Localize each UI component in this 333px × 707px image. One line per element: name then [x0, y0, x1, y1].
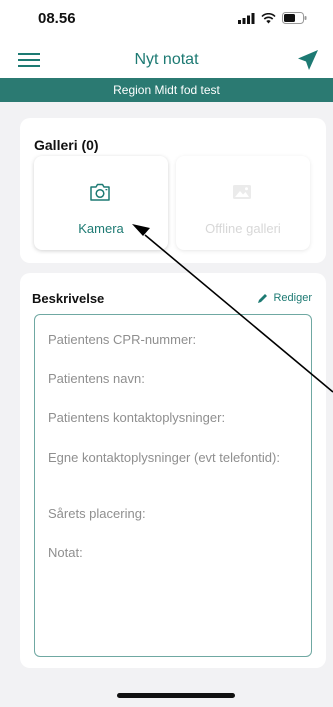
- field-patient-name: Patientens navn:: [48, 371, 145, 386]
- field-patient-contact: Patientens kontaktoplysninger:: [48, 410, 226, 425]
- wifi-icon: [261, 12, 276, 23]
- page-title: Nyt notat: [134, 51, 199, 68]
- camera-icon: [90, 183, 110, 201]
- cellular-signal-icon: [238, 12, 255, 24]
- offline-gallery-label: Offline galleri: [205, 221, 281, 236]
- status-icons: [238, 12, 307, 24]
- navigation-bar: Nyt notat: [0, 40, 333, 78]
- field-cpr-number: Patientens CPR-nummer:: [48, 332, 197, 347]
- status-bar: 08.56: [0, 0, 333, 40]
- field-wound-location: Sårets placering:: [48, 506, 146, 521]
- battery-icon: [282, 12, 307, 24]
- camera-label: Kamera: [78, 221, 124, 236]
- description-title: Beskrivelse: [32, 291, 105, 306]
- field-own-contact: Egne kontaktoplysninger (evt telefontid)…: [48, 450, 280, 465]
- offline-gallery-button[interactable]: Offline galleri: [176, 156, 310, 250]
- edit-label: Rediger: [273, 292, 312, 304]
- status-time: 08.56: [38, 10, 76, 27]
- home-indicator: [117, 693, 235, 698]
- send-icon[interactable]: [297, 49, 319, 71]
- pencil-icon: [258, 293, 268, 303]
- organization-banner: Region Midt fod test: [0, 78, 333, 102]
- edit-button[interactable]: Rediger: [257, 292, 312, 304]
- camera-button[interactable]: Kamera: [34, 156, 168, 250]
- gallery-card: Galleri (0) Kamera Offline galleri: [20, 118, 326, 263]
- description-textarea[interactable]: Patientens CPR-nummer: Patientens navn: …: [34, 314, 312, 657]
- field-note: Notat:: [48, 545, 83, 560]
- image-icon: [233, 185, 251, 199]
- gallery-title: Galleri (0): [34, 137, 99, 153]
- description-card: Beskrivelse Rediger Patientens CPR-numme…: [20, 273, 326, 668]
